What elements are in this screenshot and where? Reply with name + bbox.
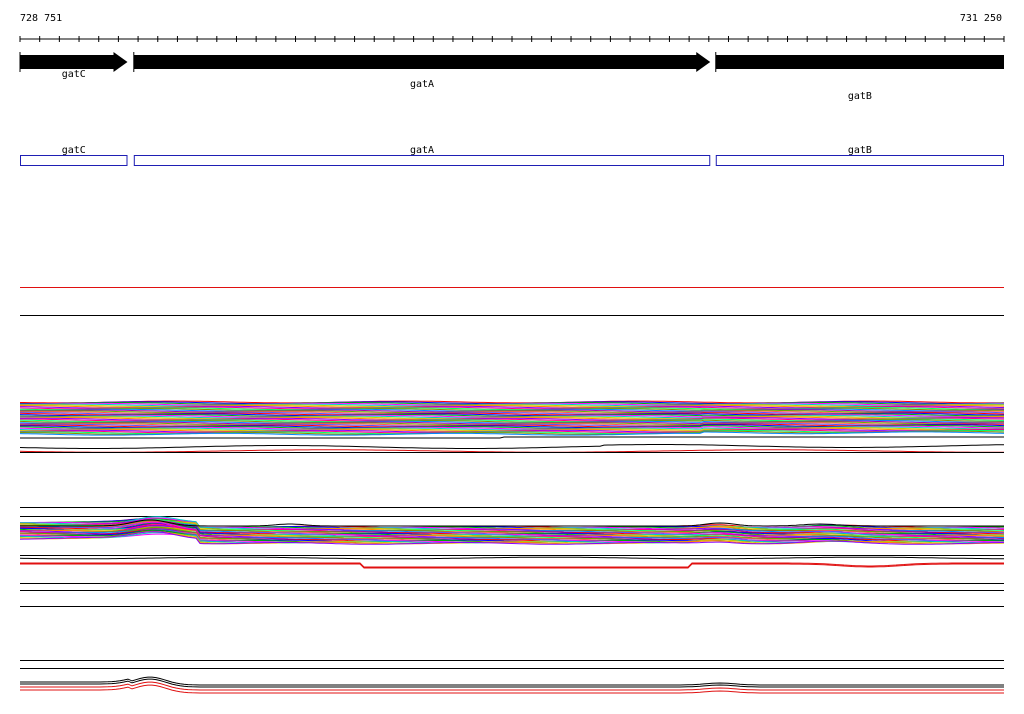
- gene-box-track: gatC gatA gatB: [20, 145, 1005, 166]
- band1-red-trace: [19, 449, 1004, 453]
- gene-arrow-label: gatA: [410, 79, 434, 90]
- band1-black-trace: [19, 444, 1005, 449]
- gene-arrow-gatB: [715, 55, 1004, 69]
- gene-box-gatB: [715, 155, 1005, 166]
- gene-arrow-gatA: [133, 52, 711, 72]
- track-panel: gatC gatA gatB gatC gatA gatB: [19, 36, 1005, 694]
- gene-box-label: gatA: [410, 145, 434, 156]
- gene-box-gatA: [133, 155, 711, 166]
- band2-black-trace: [19, 556, 1005, 560]
- expression-tracks: [19, 287, 1005, 694]
- gene-arrow-label: gatC: [62, 69, 86, 80]
- coordinate-ruler: [19, 36, 1005, 42]
- band1-black-trace: [20, 436, 1004, 439]
- band3-black-trace: [20, 676, 1004, 686]
- gene-box-label: gatB: [848, 145, 872, 156]
- genome-browser-view: 728 751 731 250 gatC gatA gatB gatC gatA gat…: [0, 0, 1024, 714]
- gene-arrow-label: gatB: [848, 91, 872, 102]
- gene-arrow-track: gatC gatA gatB: [19, 52, 1004, 102]
- gene-box-label: gatC: [62, 145, 86, 156]
- gene-box-gatC: [20, 155, 128, 166]
